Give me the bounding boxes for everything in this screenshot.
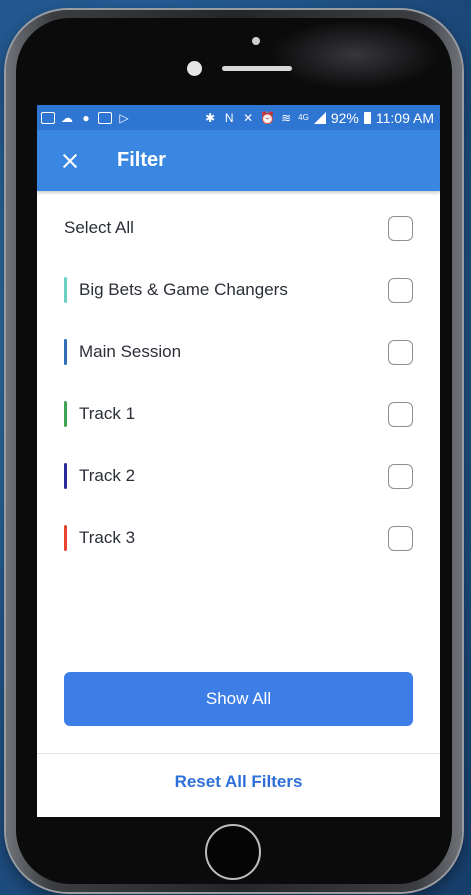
filter-row[interactable]: Track 1 xyxy=(37,383,440,445)
track-color-indicator xyxy=(64,463,67,489)
app-bar: Filter xyxy=(37,130,440,191)
track-color-indicator xyxy=(64,525,67,551)
filter-row[interactable]: Track 3 xyxy=(37,507,440,569)
home-button[interactable] xyxy=(205,824,261,880)
weather-icon: ☁ xyxy=(61,110,73,125)
track-color-indicator xyxy=(64,339,67,365)
filter-label: Track 2 xyxy=(79,466,136,485)
status-bar: ☁ ● ▷ ✱ N ✕ ⏰ ≋ 4G 92% 11:09 AM xyxy=(37,105,440,130)
select-all-row[interactable]: Select All xyxy=(37,197,440,259)
show-all-button[interactable]: Show All xyxy=(64,672,413,726)
mail-icon xyxy=(41,111,55,124)
front-camera-icon xyxy=(187,61,202,76)
filter-label: Track 3 xyxy=(79,528,136,547)
status-right-icons: ✱ N ✕ ⏰ ≋ 4G 92% 11:09 AM xyxy=(203,110,434,126)
battery-percent: 92% xyxy=(330,109,359,126)
divider xyxy=(37,753,440,754)
reset-all-filters-link[interactable]: Reset All Filters xyxy=(37,772,440,792)
select-all-checkbox[interactable] xyxy=(388,215,413,241)
filter-label: Track 1 xyxy=(79,404,136,423)
filter-checkbox[interactable] xyxy=(388,463,413,489)
mute-icon: ✕ xyxy=(243,110,254,125)
track-color-indicator xyxy=(64,401,67,427)
network-type: 4G xyxy=(298,113,309,122)
page-title: Filter xyxy=(117,149,166,171)
filter-checkbox[interactable] xyxy=(388,277,413,303)
filter-checkbox[interactable] xyxy=(388,401,413,427)
close-icon[interactable] xyxy=(59,150,81,172)
filter-row[interactable]: Main Session xyxy=(37,321,440,383)
alarm-icon: ⏰ xyxy=(260,110,276,125)
filter-row[interactable]: Track 2 xyxy=(37,445,440,507)
filter-label: Select All xyxy=(64,218,134,237)
status-time: 11:09 AM xyxy=(375,109,434,126)
filter-row[interactable]: Big Bets & Game Changers xyxy=(37,259,440,321)
cloud-icon: ● xyxy=(82,110,90,125)
status-left-icons: ☁ ● ▷ xyxy=(41,110,131,125)
filter-checkbox[interactable] xyxy=(388,525,413,551)
signal-icon xyxy=(313,111,326,124)
bezel-reflection xyxy=(270,20,440,90)
track-color-indicator xyxy=(64,277,67,303)
earpiece-speaker xyxy=(222,66,292,71)
battery-icon xyxy=(363,111,371,124)
wifi-icon: ≋ xyxy=(281,110,292,125)
image-icon xyxy=(98,111,112,124)
play-store-icon: ▷ xyxy=(119,110,129,125)
bluetooth-icon: ✱ xyxy=(205,110,216,125)
filter-label: Main Session xyxy=(79,342,182,361)
phone-screen: ☁ ● ▷ ✱ N ✕ ⏰ ≋ 4G 92% 11:09 AM Filter S… xyxy=(37,105,440,817)
proximity-sensor xyxy=(252,37,260,45)
nfc-icon: N xyxy=(224,110,234,125)
filter-label: Big Bets & Game Changers xyxy=(79,280,288,299)
filter-checkbox[interactable] xyxy=(388,339,413,365)
filter-list: Select All Big Bets & Game Changers Main S… xyxy=(37,197,440,569)
